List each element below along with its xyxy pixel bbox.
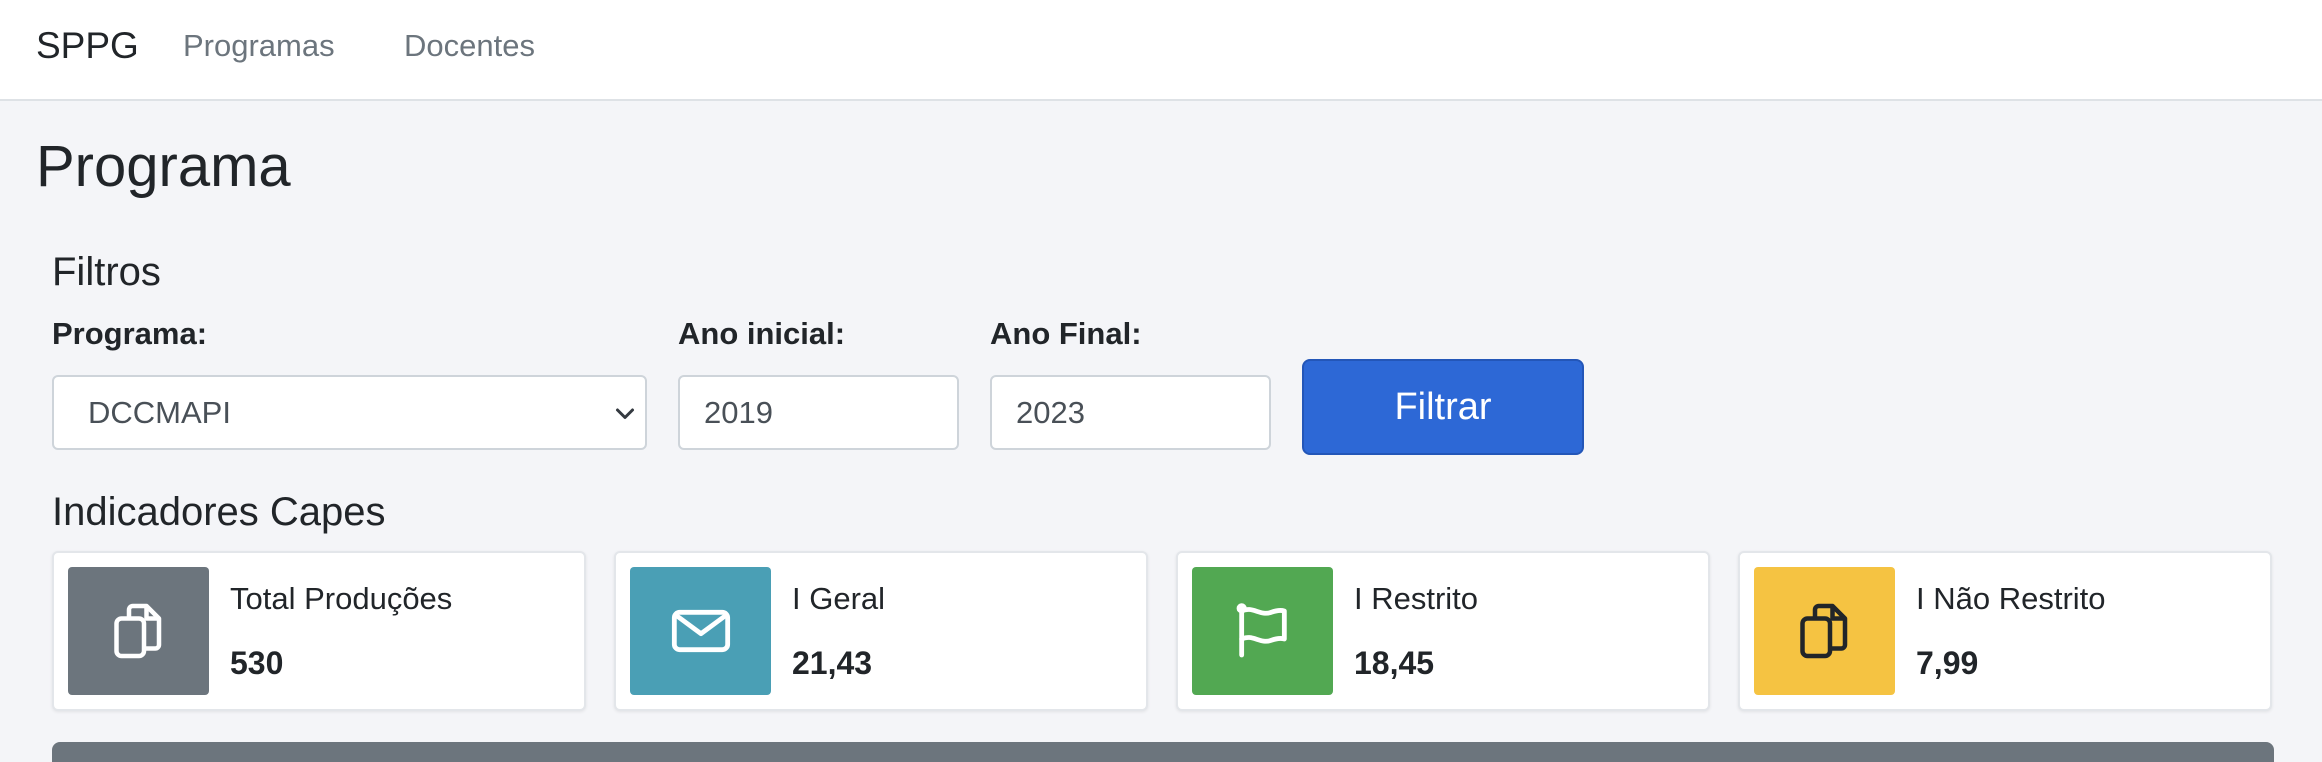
copy-icon [1754, 567, 1895, 695]
indicators-title: Indicadores Capes [52, 490, 386, 534]
indicator-value: 530 [230, 645, 284, 681]
nav-link-programas[interactable]: Programas [183, 24, 335, 68]
ano-final-label: Ano Final: [990, 316, 1142, 351]
ano-inicial-value: 2019 [704, 394, 773, 430]
indicator-value: 21,43 [792, 645, 873, 681]
indicator-label: I Não Restrito [1916, 581, 2106, 616]
filters-title: Filtros [52, 250, 161, 294]
envelope-icon [630, 567, 771, 695]
programa-select-value: DCCMAPI [88, 394, 231, 430]
page-title: Programa [36, 134, 291, 199]
ano-inicial-label: Ano inicial: [678, 316, 846, 351]
indicator-label: Total Produções [230, 581, 453, 616]
indicator-card-i-geral: I Geral 21,43 [614, 551, 1148, 711]
indicator-card-i-nao-restrito: I Não Restrito 7,99 [1738, 551, 2272, 711]
indicator-value: 18,45 [1354, 645, 1435, 681]
filtrar-button[interactable]: Filtrar [1302, 359, 1584, 455]
next-section-bar [52, 742, 2274, 762]
indicator-card-i-restrito: I Restrito 18,45 [1176, 551, 1710, 711]
indicator-label: I Restrito [1354, 581, 1479, 616]
programa-label: Programa: [52, 316, 208, 351]
indicator-label: I Geral [792, 581, 886, 616]
indicator-card-total-producoes: Total Produções 530 [52, 551, 586, 711]
nav-link-docentes[interactable]: Docentes [404, 24, 535, 68]
ano-final-value: 2023 [1016, 394, 1085, 430]
copy-icon [68, 567, 209, 695]
ano-final-input[interactable]: 2023 [990, 375, 1271, 450]
navbar: SPPG Programas Docentes [0, 0, 2322, 101]
chevron-down-icon [616, 408, 634, 419]
indicator-value: 7,99 [1916, 645, 1979, 681]
brand-link[interactable]: SPPG [36, 22, 139, 70]
ano-inicial-input[interactable]: 2019 [678, 375, 959, 450]
flag-icon [1192, 567, 1333, 695]
programa-select[interactable]: DCCMAPI [52, 375, 647, 450]
